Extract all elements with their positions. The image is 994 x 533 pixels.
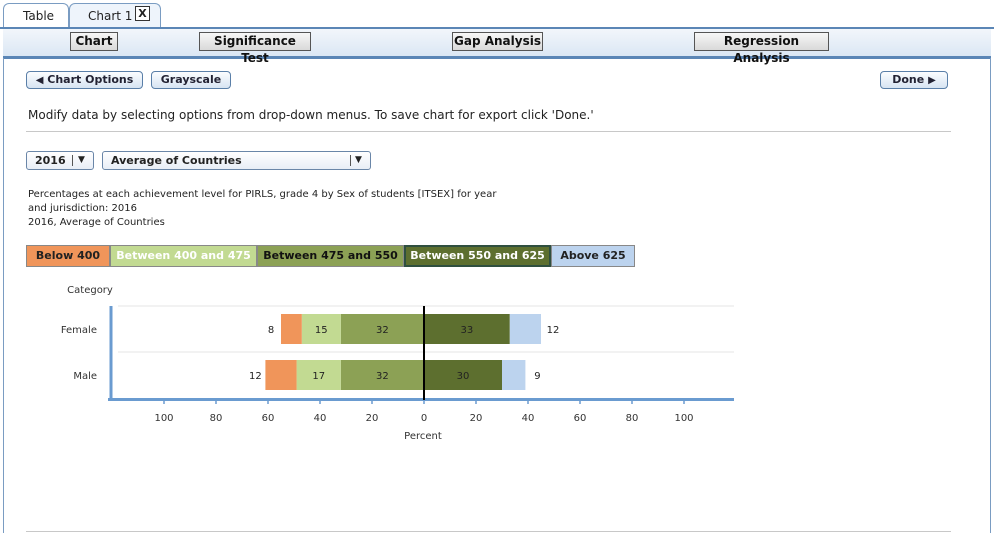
done-label: Done bbox=[892, 73, 925, 86]
select-separator bbox=[72, 155, 73, 166]
category-label: Female bbox=[61, 325, 97, 336]
chart-legend: Below 400 Between 400 and 475 Between 47… bbox=[26, 245, 635, 267]
legend-item-above-625: Above 625 bbox=[551, 245, 635, 267]
divider-top bbox=[26, 131, 951, 132]
chevron-down-icon: ▼ bbox=[355, 155, 362, 165]
x-tick-label: 20 bbox=[366, 413, 379, 424]
data-label: 32 bbox=[376, 371, 389, 382]
year-select[interactable]: 2016 ▼ bbox=[26, 151, 94, 170]
bar-segment bbox=[502, 360, 526, 390]
data-label: 12 bbox=[547, 325, 560, 336]
legend-item-below-400: Below 400 bbox=[26, 245, 110, 267]
x-tick-label: 60 bbox=[262, 413, 275, 424]
select-separator bbox=[350, 155, 351, 166]
x-tick-label: 100 bbox=[674, 413, 693, 424]
data-label: 8 bbox=[268, 325, 274, 336]
data-label: 17 bbox=[312, 371, 325, 382]
data-label: 30 bbox=[457, 371, 470, 382]
data-label: 15 bbox=[315, 325, 328, 336]
x-tick-label: 40 bbox=[314, 413, 327, 424]
chart-description-line-1: Percentages at each achievement level fo… bbox=[28, 189, 497, 200]
tab-chart-1-label: Chart 1 bbox=[88, 9, 133, 23]
bar-segment bbox=[265, 360, 297, 390]
x-tick-label: 100 bbox=[154, 413, 173, 424]
chart-description-line-3: 2016, Average of Countries bbox=[28, 217, 165, 228]
year-select-value: 2016 bbox=[35, 154, 66, 167]
divider-bottom bbox=[26, 531, 951, 532]
chart-options-button[interactable]: ◀ Chart Options bbox=[26, 71, 143, 89]
instructions-text: Modify data by selecting options from dr… bbox=[28, 108, 594, 122]
data-label: 32 bbox=[376, 325, 389, 336]
x-tick-label: 40 bbox=[522, 413, 535, 424]
category-label: Male bbox=[73, 371, 97, 382]
forward-arrow-icon: ▶ bbox=[928, 75, 936, 86]
data-label: 9 bbox=[534, 371, 540, 382]
nav-regression-analysis-button[interactable]: Regression Analysis bbox=[694, 32, 829, 65]
nav-gap-analysis-button[interactable]: Gap Analysis bbox=[452, 32, 543, 51]
chart-options-label: Chart Options bbox=[47, 73, 134, 86]
data-label: 12 bbox=[249, 371, 262, 382]
x-tick-label: 80 bbox=[210, 413, 223, 424]
bar-segment bbox=[509, 314, 541, 344]
done-button[interactable]: Done ▶ bbox=[880, 71, 948, 89]
chart-description-line-2: and jurisdiction: 2016 bbox=[28, 203, 137, 214]
jurisdiction-select[interactable]: Average of Countries ▼ bbox=[102, 151, 371, 170]
nav-significance-test-button[interactable]: Significance Test bbox=[199, 32, 311, 65]
x-tick-label: 80 bbox=[626, 413, 639, 424]
back-arrow-icon: ◀ bbox=[35, 75, 44, 86]
close-tab-button[interactable]: X bbox=[135, 6, 150, 21]
diverging-bar-chart: Category Female 32 15 8 33 12 Male 32 17 12 30 9 10… bbox=[61, 285, 734, 442]
tab-table[interactable]: Table bbox=[3, 3, 69, 28]
legend-item-550-625: Between 550 and 625 bbox=[404, 245, 551, 267]
x-tick-label: 20 bbox=[470, 413, 483, 424]
chevron-down-icon: ▼ bbox=[78, 155, 85, 165]
category-header: Category bbox=[67, 285, 113, 296]
tab-strip: Table Chart 1 X bbox=[0, 0, 994, 29]
data-label: 33 bbox=[461, 325, 474, 336]
grayscale-button[interactable]: Grayscale bbox=[151, 71, 231, 89]
x-tick-label: 0 bbox=[421, 413, 427, 424]
legend-item-400-475: Between 400 and 475 bbox=[110, 245, 257, 267]
tab-table-label: Table bbox=[23, 9, 55, 23]
nav-chart-button[interactable]: Chart bbox=[70, 32, 118, 51]
legend-item-475-550: Between 475 and 550 bbox=[257, 245, 404, 267]
x-axis-label: Percent bbox=[404, 431, 442, 442]
tab-chart-1[interactable]: Chart 1 X bbox=[69, 3, 161, 28]
x-tick-label: 60 bbox=[574, 413, 587, 424]
bar-segment bbox=[281, 314, 302, 344]
analysis-nav-bar: Chart Significance Test Gap Analysis Reg… bbox=[3, 29, 991, 65]
jurisdiction-select-value: Average of Countries bbox=[111, 154, 242, 167]
